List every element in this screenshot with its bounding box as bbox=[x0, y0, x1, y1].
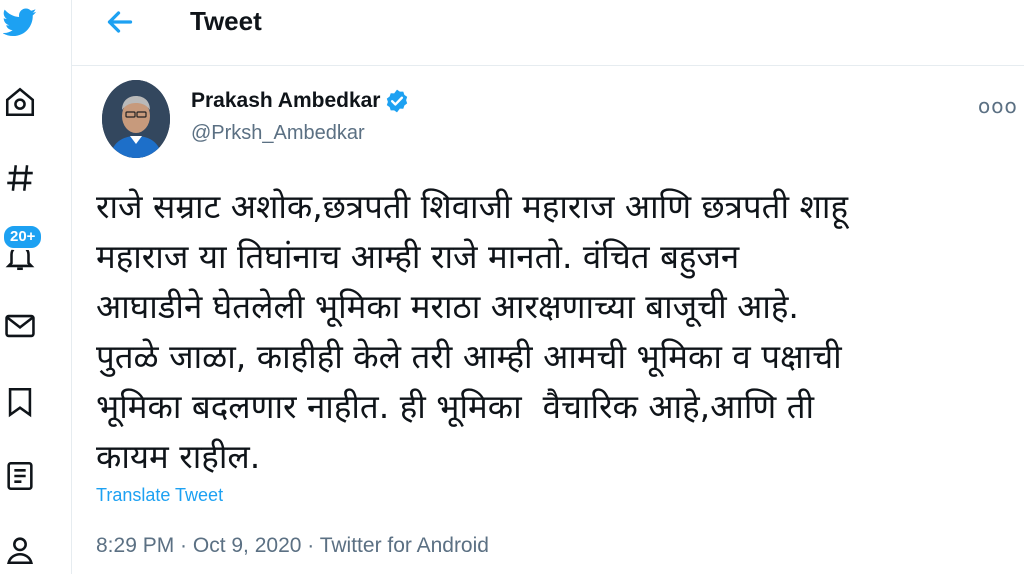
twitter-logo-icon[interactable] bbox=[0, 2, 40, 42]
page-header: Tweet bbox=[72, 0, 1024, 66]
page-title: Tweet bbox=[190, 6, 262, 36]
messages-mail-icon[interactable] bbox=[0, 306, 40, 346]
profile-icon[interactable] bbox=[0, 530, 40, 570]
translate-tweet-link[interactable]: Translate Tweet bbox=[96, 485, 223, 506]
sidebar-nav: 20+ bbox=[0, 0, 72, 574]
verified-badge-icon bbox=[387, 89, 408, 113]
bookmarks-icon[interactable] bbox=[0, 382, 40, 422]
tweet-page: 20+ Tweet Prakash Ambedkar @Prksh_Ambedk… bbox=[0, 0, 1024, 574]
author-handle[interactable]: @Prksh_Ambedkar bbox=[191, 122, 365, 145]
notification-count-badge: 20+ bbox=[2, 224, 44, 250]
home-icon[interactable] bbox=[0, 82, 40, 122]
tweet-timestamp[interactable]: 8:29 PM · Oct 9, 2020 · Twitter for Andr… bbox=[96, 534, 489, 558]
more-options-icon[interactable]: ooo bbox=[978, 94, 1018, 118]
author-name-row: Prakash Ambedkar bbox=[191, 88, 410, 114]
lists-icon[interactable] bbox=[0, 456, 40, 496]
author-name[interactable]: Prakash Ambedkar bbox=[191, 89, 380, 113]
back-arrow-icon[interactable] bbox=[102, 4, 138, 40]
avatar[interactable] bbox=[102, 80, 170, 158]
tweet-text: राजे सम्राट अशोक,छत्रपती शिवाजी महाराज आ… bbox=[96, 187, 849, 476]
explore-hashtag-icon[interactable] bbox=[0, 158, 40, 198]
